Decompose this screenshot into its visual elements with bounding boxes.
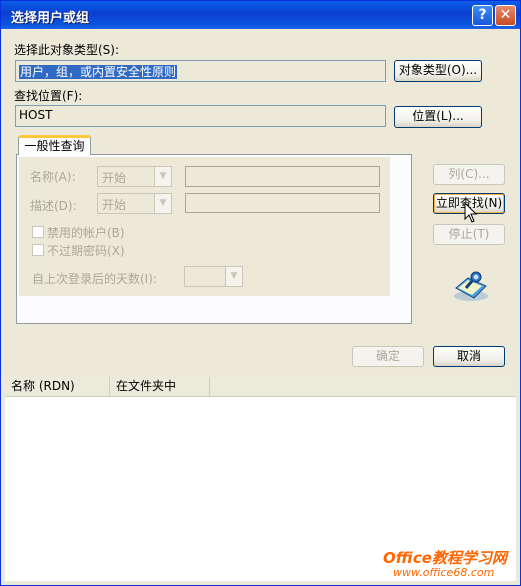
name-mode-select[interactable]: 开始 ▼ xyxy=(97,166,172,187)
object-type-field[interactable]: 用户，组，或内置安全性原则 xyxy=(15,60,386,82)
non-expiring-password-checkbox[interactable] xyxy=(32,244,44,256)
columns-button[interactable]: 列(C)... xyxy=(433,164,505,185)
object-type-value: 用户，组，或内置安全性原则 xyxy=(19,65,178,79)
chevron-down-icon: ▼ xyxy=(154,194,171,213)
location-label: 查找位置(F): xyxy=(14,89,83,103)
description-input[interactable] xyxy=(185,193,380,213)
chevron-down-icon: ▼ xyxy=(225,267,242,286)
days-since-logon-label: 自上次登录后的天数(I): xyxy=(32,272,157,286)
stop-button[interactable]: 停止(T) xyxy=(433,224,505,245)
description-mode-select[interactable]: 开始 ▼ xyxy=(97,193,172,214)
cancel-button[interactable]: 取消 xyxy=(433,346,505,367)
name-label: 名称(A): xyxy=(30,170,76,184)
window-title: 选择用户或组 xyxy=(11,11,90,26)
watermark-title: Office教程学习网 xyxy=(383,549,507,567)
title-bar[interactable]: 选择用户或组 ? ✕ xyxy=(1,1,520,29)
help-button[interactable]: ? xyxy=(472,5,493,26)
chevron-down-icon: ▼ xyxy=(154,167,171,186)
non-expiring-password-label: 不过期密码(X) xyxy=(47,244,125,258)
disabled-accounts-label: 禁用的帐户(B) xyxy=(47,226,125,240)
tab-general-queries[interactable]: 一般性查询 xyxy=(18,135,91,155)
search-users-icon xyxy=(454,271,488,301)
locations-button[interactable]: 位置(L)... xyxy=(394,106,482,128)
watermark-url: www.office68.com xyxy=(393,566,495,579)
results-header: 名称 (RDN) 在文件夹中 xyxy=(5,377,516,397)
object-type-label: 选择此对象类型(S): xyxy=(14,43,120,57)
column-header-folder[interactable]: 在文件夹中 xyxy=(110,377,210,396)
name-mode-value: 开始 xyxy=(102,171,127,185)
select-users-dialog: 选择用户或组 ? ✕ 选择此对象类型(S): 用户，组，或内置安全性原则 对象类… xyxy=(0,0,521,586)
location-field[interactable]: HOST xyxy=(15,105,386,127)
ok-button[interactable]: 确定 xyxy=(352,346,424,367)
disabled-accounts-checkbox[interactable] xyxy=(32,226,44,238)
name-input[interactable] xyxy=(185,166,380,187)
watermark: Office教程学习网 www.office68.com xyxy=(379,547,520,583)
description-mode-value: 开始 xyxy=(102,198,127,212)
mouse-cursor-icon xyxy=(464,202,478,223)
description-label: 描述(D): xyxy=(30,199,77,213)
column-header-name[interactable]: 名称 (RDN) xyxy=(5,377,110,396)
object-types-button[interactable]: 对象类型(O)... xyxy=(394,60,482,82)
days-since-logon-select[interactable]: ▼ xyxy=(184,266,243,287)
close-button[interactable]: ✕ xyxy=(495,5,516,26)
